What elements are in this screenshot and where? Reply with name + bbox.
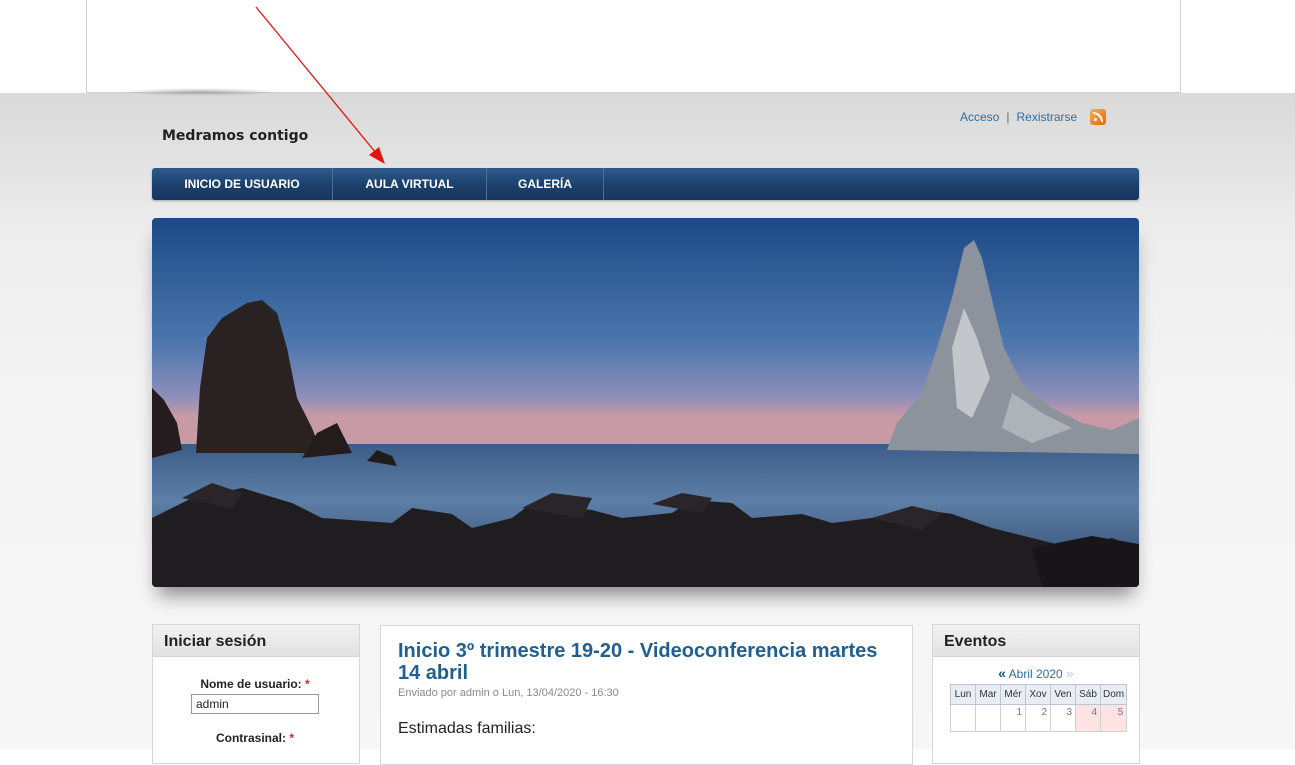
weekday-dom: Dom (1099, 684, 1128, 705)
article-title[interactable]: Inicio 3º trimestre 19-20 - Videoconfere… (398, 640, 895, 684)
calendar-day[interactable]: 2 (1025, 704, 1051, 732)
article-submitted-info: Enviado por admin o Lun, 13/04/2020 - 16… (398, 687, 619, 699)
nav-item-aula-virtual[interactable]: AULA VIRTUAL (333, 168, 487, 200)
calendar-day[interactable]: 1 (1000, 704, 1026, 732)
weekday-lun: Lun (950, 684, 976, 705)
username-input[interactable] (191, 694, 319, 714)
user-links-separator: | (1006, 110, 1010, 124)
calendar-day[interactable]: 3 (1050, 704, 1076, 732)
rss-feed-icon[interactable] (1090, 109, 1107, 125)
weekday-xov: Xov (1025, 684, 1051, 705)
weekday-ven: Ven (1050, 684, 1076, 705)
events-block-title: Eventos (933, 625, 1139, 657)
username-label: Nome de usuario: * (191, 677, 319, 691)
calendar-next-month[interactable]: » (1066, 665, 1074, 681)
login-block: Iniciar sesión Nome de usuario: * Contra… (152, 624, 360, 764)
main-navigation: INICIO DE USUARIO AULA VIRTUAL GALERÍA (152, 168, 1139, 200)
nav-item-galeria[interactable]: GALERÍA (487, 168, 604, 200)
username-label-text: Nome de usuario: (200, 677, 302, 691)
calendar-day-weekend[interactable]: 4 (1075, 704, 1101, 732)
nav-item-inicio-de-usuario[interactable]: INICIO DE USUARIO (152, 168, 333, 200)
events-block: Eventos « Abril 2020 » Lun Mar Mér Xov V… (932, 624, 1140, 764)
password-label: Contrasinal: * (191, 731, 319, 745)
required-marker: * (305, 677, 310, 691)
calendar-week-row: 1 2 3 4 5 (950, 704, 1128, 732)
weekday-mar: Mar (975, 684, 1001, 705)
site-name[interactable]: Medramos contigo (162, 128, 308, 144)
header-shadow (120, 88, 280, 96)
user-links: Acceso | Rexistrarse (960, 109, 1107, 125)
article-block: Inicio 3º trimestre 19-20 - Videoconfere… (380, 625, 913, 765)
calendar-table: Lun Mar Mér Xov Ven Sáb Dom 1 2 3 4 5 (950, 684, 1128, 732)
required-marker: * (289, 731, 295, 745)
calendar-month-title[interactable]: Abril 2020 (1009, 667, 1063, 681)
weekday-mer: Mér (1000, 684, 1026, 705)
calendar-nav: « Abril 2020 » (933, 665, 1139, 681)
header-banner-image (152, 218, 1139, 587)
login-link[interactable]: Acceso (960, 110, 999, 124)
calendar-day (950, 704, 976, 732)
password-label-text: Contrasinal: (215, 731, 286, 745)
calendar-day (975, 704, 1001, 732)
login-block-title: Iniciar sesión (153, 625, 359, 657)
seascape-illustration (152, 218, 1139, 587)
calendar-prev-month[interactable]: « (998, 665, 1006, 681)
calendar-day-weekend[interactable]: 5 (1099, 704, 1128, 732)
register-link[interactable]: Rexistrarse (1016, 110, 1077, 124)
top-frame (86, 0, 1181, 93)
calendar-weekday-header: Lun Mar Mér Xov Ven Sáb Dom (950, 684, 1128, 705)
weekday-sab: Sáb (1075, 684, 1101, 705)
article-body: Estimadas familias: (398, 720, 536, 737)
